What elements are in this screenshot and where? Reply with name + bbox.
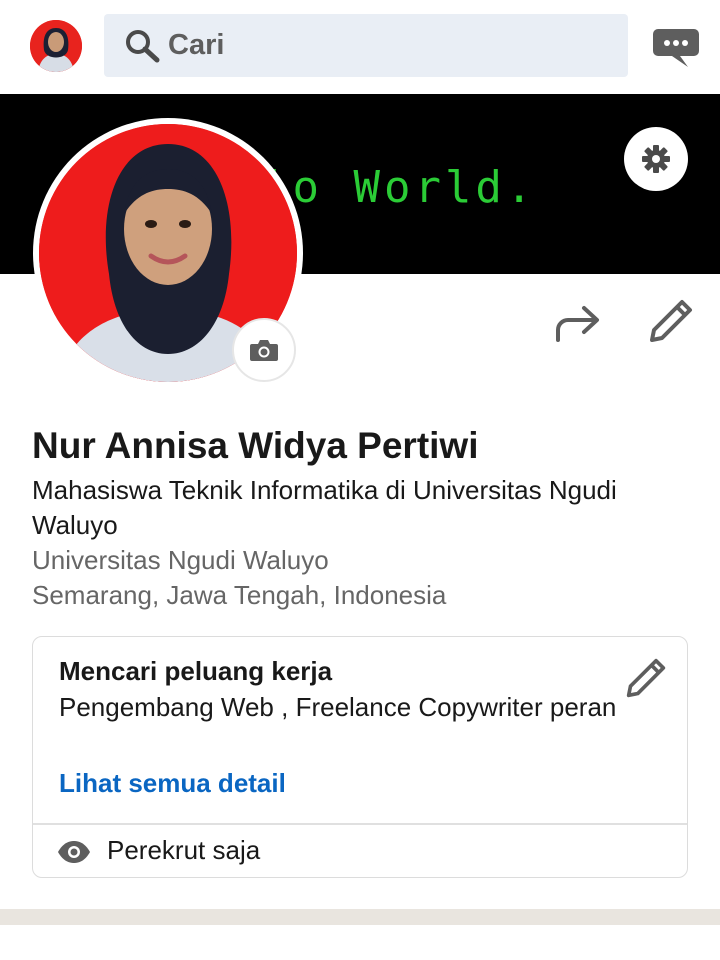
profile-location: Semarang, Jawa Tengah, Indonesia (32, 580, 447, 610)
profile-name: Nur Annisa Widya Pertiwi (32, 425, 479, 466)
camera-icon (250, 340, 278, 361)
camera-button[interactable] (232, 318, 296, 382)
section-divider (0, 909, 720, 925)
top-bar: Cari (0, 0, 720, 94)
message-icon[interactable] (652, 27, 700, 69)
visibility-label: Perekrut saja (107, 835, 261, 865)
card-divider (33, 823, 687, 825)
open-to-work-roles: Pengembang Web , Freelance Copywriter pe… (59, 692, 617, 722)
profile-organization[interactable]: Universitas Ngudi Waluyo (32, 543, 329, 577)
gear-icon (642, 145, 670, 173)
banner-text: lo World. (262, 162, 537, 213)
open-to-work-card: Mencari peluang kerja Pengembang Web , F… (32, 636, 688, 878)
search-bar[interactable]: Cari (104, 14, 628, 77)
search-icon (126, 30, 160, 63)
eye-icon (58, 841, 90, 863)
open-to-work-title: Mencari peluang kerja (59, 656, 333, 686)
settings-button[interactable] (624, 127, 688, 191)
edit-icon[interactable] (625, 657, 667, 699)
search-input[interactable]: Cari (168, 29, 224, 61)
share-icon[interactable] (552, 300, 602, 346)
see-all-details-link[interactable]: Lihat semua detail (59, 767, 286, 799)
profile-headline: Mahasiswa Teknik Informatika di Universi… (32, 475, 617, 540)
edit-profile-icon[interactable] (648, 298, 694, 344)
user-avatar[interactable] (30, 20, 82, 72)
